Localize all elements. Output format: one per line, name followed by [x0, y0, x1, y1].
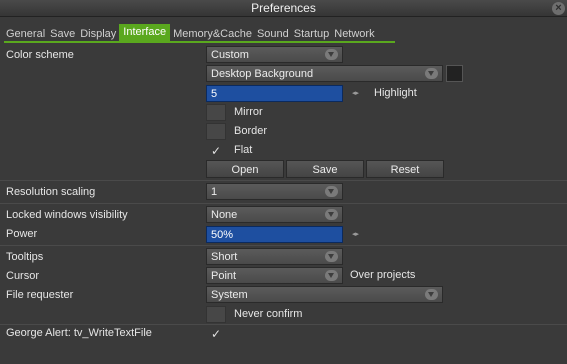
tooltips-select[interactable]: Short	[206, 248, 343, 265]
file-requester-value: System	[211, 289, 248, 301]
never-confirm-label: Never confirm	[234, 308, 303, 320]
chevron-down-icon	[425, 68, 438, 79]
close-icon[interactable]: ×	[552, 2, 565, 15]
tab-bar: General Save Display Interface Memory&Ca…	[4, 24, 378, 41]
chevron-down-icon	[325, 209, 338, 220]
mirror-checkbox[interactable]	[206, 104, 226, 121]
tab-save[interactable]: Save	[48, 27, 77, 41]
save-button[interactable]: Save	[286, 160, 364, 178]
resolution-scaling-label: Resolution scaling	[6, 186, 96, 198]
power-field[interactable]: 50%	[206, 226, 343, 243]
spin-arrows-icon[interactable]: ◂▸	[352, 230, 364, 239]
window-title: Preferences	[251, 1, 316, 15]
locked-windows-value: None	[211, 209, 238, 221]
divider	[0, 203, 567, 204]
chevron-down-icon	[325, 251, 338, 262]
resolution-scaling-value: 1	[211, 186, 218, 198]
cursor-select[interactable]: Point	[206, 267, 343, 284]
mirror-label: Mirror	[234, 106, 263, 118]
tab-memory-cache[interactable]: Memory&Cache	[171, 27, 254, 41]
color-scheme-value: Custom	[211, 49, 249, 61]
file-requester-label: File requester	[6, 289, 74, 301]
reset-button[interactable]: Reset	[366, 160, 444, 178]
spin-arrows-icon[interactable]: ◂▸	[352, 89, 364, 98]
flat-checkbox[interactable]: ✓	[206, 142, 226, 159]
tooltips-value: Short	[211, 251, 238, 263]
chevron-down-icon	[325, 49, 338, 60]
chevron-down-icon	[425, 289, 438, 300]
never-confirm-checkbox[interactable]	[206, 306, 226, 323]
border-label: Border	[234, 125, 268, 137]
george-alert-checkbox[interactable]: ✓	[206, 325, 226, 342]
background-value: Desktop Background	[211, 68, 314, 80]
george-alert-label: George Alert: tv_WriteTextFile	[6, 327, 152, 339]
cursor-value: Point	[211, 270, 237, 282]
divider	[0, 324, 567, 325]
color-scheme-select[interactable]: Custom	[206, 46, 343, 63]
title-bar: Preferences ×	[0, 0, 567, 17]
tooltips-label: Tooltips	[6, 251, 44, 263]
tab-display[interactable]: Display	[78, 27, 118, 41]
flat-label: Flat	[234, 144, 253, 156]
tab-underline	[4, 41, 395, 43]
highlight-field[interactable]: 5	[206, 85, 343, 102]
file-requester-select[interactable]: System	[206, 286, 443, 303]
divider	[0, 245, 567, 246]
chevron-down-icon	[325, 186, 338, 197]
tab-network[interactable]: Network	[332, 27, 376, 41]
color-swatch[interactable]	[446, 65, 463, 82]
highlight-label: Highlight	[374, 87, 417, 99]
chevron-down-icon	[325, 270, 338, 281]
background-select[interactable]: Desktop Background	[206, 65, 443, 82]
cursor-label: Cursor	[6, 270, 40, 282]
divider	[0, 180, 567, 181]
tab-general[interactable]: General	[4, 27, 47, 41]
tab-sound[interactable]: Sound	[255, 27, 291, 41]
open-button[interactable]: Open	[206, 160, 284, 178]
locked-windows-label: Locked windows visibility	[6, 209, 128, 221]
locked-windows-select[interactable]: None	[206, 206, 343, 223]
over-projects-label: Over projects	[350, 269, 416, 281]
tab-interface[interactable]: Interface	[119, 24, 171, 41]
resolution-scaling-select[interactable]: 1	[206, 183, 343, 200]
tab-startup[interactable]: Startup	[292, 27, 331, 41]
border-checkbox[interactable]	[206, 123, 226, 140]
checkmark-icon: ✓	[210, 327, 222, 341]
checkmark-icon: ✓	[210, 144, 222, 158]
color-scheme-label: Color scheme	[6, 49, 74, 61]
power-label: Power	[6, 228, 38, 240]
